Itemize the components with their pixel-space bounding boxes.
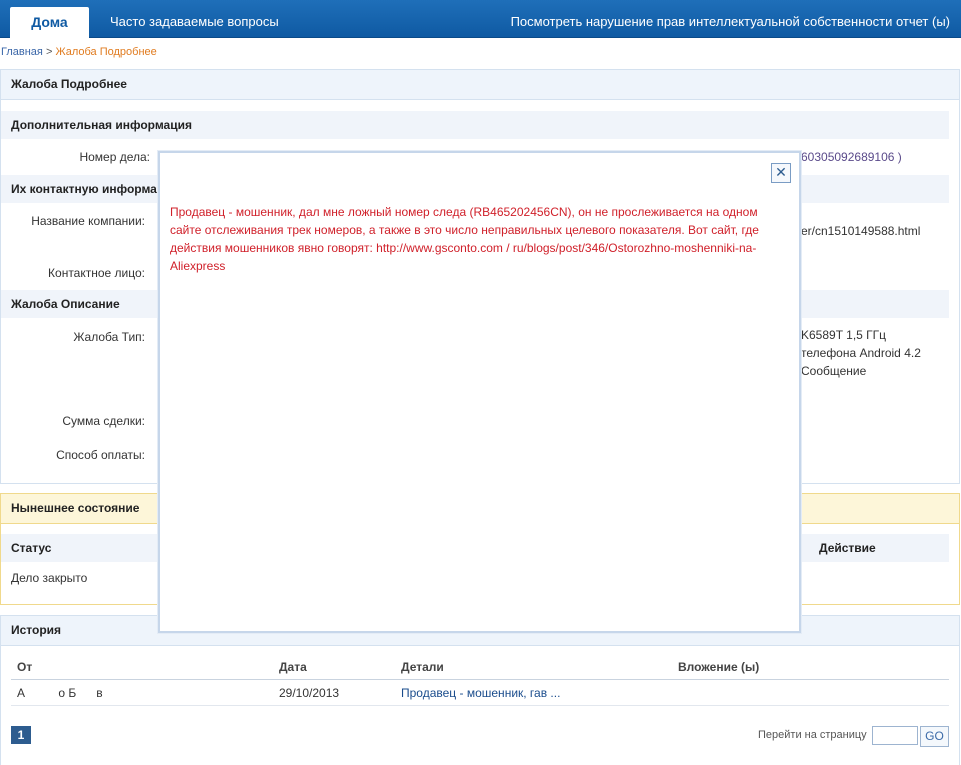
status-header: Статус [11,541,52,555]
company-name-value[interactable]: er/cn1510149588.html [801,222,920,240]
tab-ip-reports[interactable]: Посмотреть нарушение прав интеллектуальн… [511,14,950,29]
history-header-divider [11,679,949,680]
history-row-from: А о Б в [17,686,103,700]
pagination-page-button[interactable]: 1 [11,726,31,744]
modal-complaint-text: Продавец - мошенник, дал мне ложный номе… [170,205,759,273]
go-button[interactable]: GO [920,726,949,747]
history-col-details: Детали [401,660,444,674]
panel-title: Жалоба Подробнее [1,70,959,100]
contact-person-label: Контактное лицо: [48,266,145,280]
section-additional-info: Дополнительная информация [1,111,949,139]
payment-method-label: Способ оплаты: [56,448,145,462]
deal-amount-label: Сумма сделки: [62,414,145,428]
breadcrumb: Главная > Жалоба Подробнее [1,46,157,58]
breadcrumb-home-link[interactable]: Главная [1,46,43,58]
case-number-value[interactable]: 60305092689106 ) [801,148,902,166]
complaint-type-line-1: K6589T 1,5 ГГц [801,328,887,342]
action-header: Действие [819,541,876,555]
history-col-attachment: Вложение (ы) [678,660,760,674]
history-col-date: Дата [279,660,307,674]
breadcrumb-separator: > [45,46,53,58]
top-nav-bar: Дома Часто задаваемые вопросы Посмотреть… [0,0,961,38]
goto-page-label: Перейти на страницу [758,729,867,741]
goto-page-input[interactable] [872,726,918,745]
close-icon[interactable]: ✕ [771,163,791,183]
tab-home[interactable]: Дома [10,7,89,38]
case-number-label: Номер дела: [79,150,150,164]
complaint-type-line-3: Сообщение [801,364,867,378]
history-row-divider [11,705,949,706]
status-value: Дело закрыто [11,571,88,585]
complaint-text-modal: ✕ Продавец - мошенник, дал мне ложный но… [158,151,801,633]
breadcrumb-current: Жалоба Подробнее [55,46,157,58]
history-row-details-link[interactable]: Продавец - мошенник, гав ... [401,686,560,700]
complaint-type-line-2: телефона Android 4.2 [801,346,921,360]
tab-faq[interactable]: Часто задаваемые вопросы [110,14,279,29]
history-row-date: 29/10/2013 [279,686,340,700]
company-name-label: Название компании: [31,214,145,228]
history-col-from: От [17,660,33,674]
complaint-type-label: Жалоба Тип: [73,330,145,344]
